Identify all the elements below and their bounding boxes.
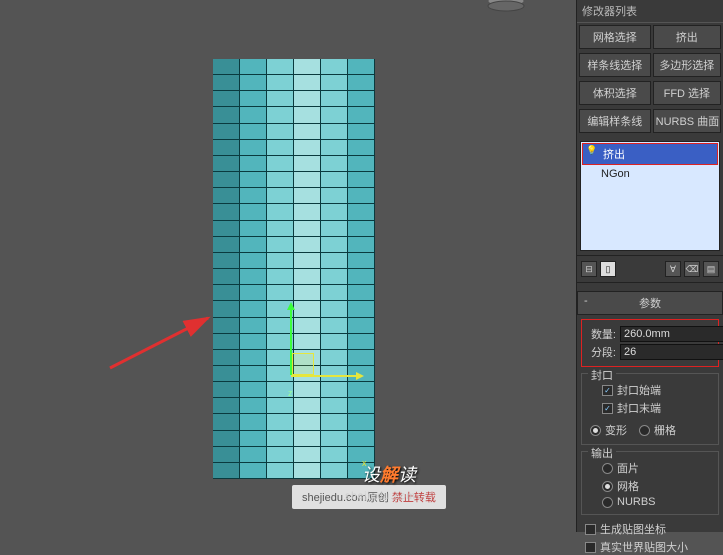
gizmo-x-axis[interactable] [291, 375, 356, 377]
morph-radio[interactable] [590, 425, 601, 436]
output-title: 输出 [588, 445, 616, 461]
amount-input[interactable] [620, 326, 723, 342]
modifier-stack[interactable]: 挤出 NGon [580, 141, 720, 251]
view-cylinder-icon [486, 0, 526, 18]
make-unique-icon[interactable]: ∀ [665, 261, 681, 277]
morph-label: 变形 [605, 422, 627, 438]
logo: 设解读 [362, 461, 416, 487]
mesh-label: 网格 [617, 478, 639, 494]
nurbs-radio[interactable] [602, 497, 613, 508]
mesh-radio[interactable] [602, 481, 613, 492]
params-rollout-header[interactable]: -参数 [577, 291, 723, 315]
mesh-select-button[interactable]: 网格选择 [579, 25, 651, 49]
show-end-result-icon[interactable]: ▯ [600, 261, 616, 277]
configure-sets-icon[interactable]: ▤ [703, 261, 719, 277]
pin-stack-icon[interactable]: ⊟ [581, 261, 597, 277]
grid-radio[interactable] [639, 425, 650, 436]
axis-z-label: z [288, 388, 293, 398]
gizmo-xy-plane[interactable] [292, 353, 314, 375]
cap-end-label: 封口末端 [617, 400, 661, 416]
real-world-label: 真实世界贴图大小 [600, 539, 688, 555]
viewport[interactable]: document.write(Array.from({length:26}).m… [0, 0, 576, 532]
output-fieldset: 输出 面片 网格 NURBS [581, 451, 719, 515]
gen-map-checkbox[interactable] [585, 524, 596, 535]
grid-label: 栅格 [654, 422, 676, 438]
remove-modifier-icon[interactable]: ⌫ [684, 261, 700, 277]
segments-input[interactable] [620, 344, 723, 360]
poly-select-button[interactable]: 多边形选择 [653, 53, 721, 77]
amount-label: 数量: [586, 326, 620, 342]
spline-select-button[interactable]: 样条线选择 [579, 53, 651, 77]
cap-start-label: 封口始端 [617, 382, 661, 398]
ffd-select-button[interactable]: FFD 选择 [653, 81, 721, 105]
cap-start-checkbox[interactable] [602, 385, 613, 396]
nurbs-surf-button[interactable]: NURBS 曲面 [653, 109, 721, 133]
patch-radio[interactable] [602, 463, 613, 474]
stack-toolbar: ⊟ ▯ ∀ ⌫ ▤ [577, 255, 723, 283]
command-panel: 修改器列表 网格选择 挤出 样条线选择 多边形选择 体积选择 FFD 选择 编辑… [576, 0, 723, 532]
modifier-list-label[interactable]: 修改器列表 [577, 0, 723, 23]
logo-subtitle: shejiedu.com [345, 491, 416, 502]
extrude-button[interactable]: 挤出 [653, 25, 721, 49]
stack-item-ngon[interactable]: NGon [581, 166, 719, 182]
vol-select-button[interactable]: 体积选择 [579, 81, 651, 105]
patch-label: 面片 [617, 460, 639, 476]
real-world-checkbox[interactable] [585, 542, 596, 553]
cap-end-checkbox[interactable] [602, 403, 613, 414]
stack-item-extrude[interactable]: 挤出 [582, 143, 718, 165]
edit-spline-button[interactable]: 编辑样条线 [579, 109, 651, 133]
segments-label: 分段: [586, 344, 620, 360]
capping-title: 封口 [588, 367, 616, 383]
nurbs-label: NURBS [617, 496, 656, 508]
gen-map-label: 生成贴图坐标 [600, 521, 666, 537]
capping-fieldset: 封口 封口始端 封口末端 变形 栅格 [581, 373, 719, 445]
annotation-arrow-icon [108, 310, 218, 370]
param-highlight-box: 数量: ▴▾ 分段: ▴▾ [581, 319, 719, 367]
extruded-model[interactable]: document.write(Array.from({length:26}).m… [213, 59, 375, 479]
